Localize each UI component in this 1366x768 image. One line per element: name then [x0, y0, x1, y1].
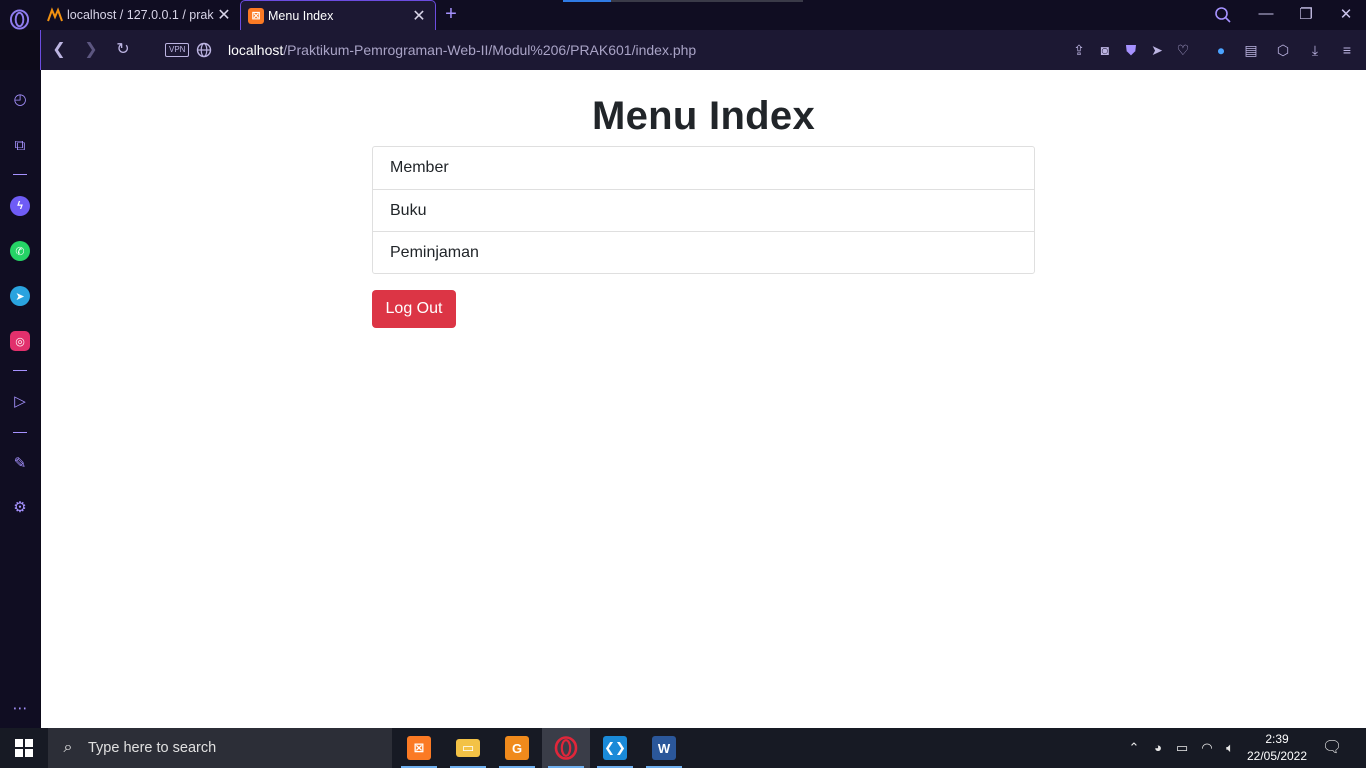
adblock-shield-icon[interactable]: ⛊	[1121, 40, 1141, 60]
web-page: Menu Index Member Buku Peminjaman Log Ou…	[41, 70, 1366, 728]
player-sidebar-icon[interactable]: ▷	[9, 390, 31, 412]
wallet-icon[interactable]: ▤	[1241, 40, 1261, 60]
easy-setup-icon[interactable]: ≡	[1337, 40, 1357, 60]
telegram-icon[interactable]: ➤	[9, 285, 31, 307]
pinboard-icon[interactable]: ✎	[9, 452, 31, 474]
clock-date: 22/05/2022	[1246, 749, 1308, 763]
taskbar-search[interactable]: ⌕ Type here to search	[48, 728, 392, 768]
mdi-app-icon[interactable]: G	[493, 728, 541, 768]
heart-icon[interactable]: ♡	[1173, 40, 1193, 60]
menu-list: Member Buku Peminjaman	[372, 146, 1035, 274]
whatsapp-icon[interactable]: ✆	[9, 240, 31, 262]
phpmyadmin-icon	[47, 7, 63, 22]
page-title: Menu Index	[591, 94, 816, 138]
forward-icon[interactable]: ❯	[80, 39, 102, 61]
settings-gear-icon[interactable]: ⚙	[9, 496, 31, 518]
menu-item-buku[interactable]: Buku	[373, 189, 1034, 231]
clock-time: 2:39	[1265, 732, 1289, 746]
logout-button[interactable]: Log Out	[372, 290, 456, 328]
search-icon: ⌕	[63, 739, 73, 756]
globe-icon[interactable]	[194, 40, 214, 60]
xampp-icon[interactable]: ⊠	[395, 728, 443, 768]
menu-item-peminjaman[interactable]: Peminjaman	[373, 231, 1034, 273]
search-tabs-icon[interactable]	[1214, 6, 1232, 24]
volume-icon[interactable]: 🔈︎	[1220, 738, 1240, 758]
windows-logo-icon	[15, 739, 33, 757]
restore-icon[interactable]: ❐	[1294, 5, 1318, 23]
search-placeholder: Type here to search	[88, 740, 217, 756]
tab-bar: localhost / 127.0.0.1 / prak6 ✕ ⊠ Menu I…	[0, 0, 1366, 30]
vpn-badge[interactable]: VPN	[165, 43, 190, 57]
start-button[interactable]	[0, 728, 48, 768]
player-icon[interactable]: ⦁	[1211, 40, 1231, 60]
tab-menu-index[interactable]: ⊠ Menu Index ✕	[240, 0, 436, 30]
more-options-icon[interactable]: ⋯	[9, 697, 31, 719]
share-icon[interactable]: ⇪	[1069, 40, 1089, 60]
messenger-icon[interactable]: ϟ	[9, 195, 31, 217]
reload-icon[interactable]: ↻	[112, 39, 134, 61]
screen: localhost / 127.0.0.1 / prak6 ✕ ⊠ Menu I…	[0, 0, 1366, 768]
menu-item-member[interactable]: Member	[373, 147, 1034, 189]
tab-loading-strip	[563, 0, 803, 2]
send-icon[interactable]: ➤	[1147, 40, 1167, 60]
xampp-favicon-icon: ⊠	[248, 7, 264, 24]
show-hidden-icons[interactable]: ⌃	[1124, 738, 1144, 758]
sidebar-divider	[13, 370, 27, 371]
back-icon[interactable]: ❮	[48, 39, 70, 61]
windows-taskbar: ⌕ Type here to search ⊠ ▭ G ❮❯ W ⌃ ◕ ▭ ◠	[0, 728, 1366, 768]
sidebar-divider	[13, 174, 27, 175]
discord-icon[interactable]: ◕	[1148, 738, 1168, 758]
url-host: localhost	[228, 42, 284, 58]
opera-browser-icon[interactable]	[542, 728, 590, 768]
url-field[interactable]: localhost/Praktikum-Pemrograman-Web-II/M…	[228, 42, 696, 58]
minimize-icon[interactable]: —	[1254, 5, 1278, 22]
content-container: Menu Index Member Buku Peminjaman Log Ou…	[372, 70, 1035, 328]
close-tab-icon[interactable]: ✕	[409, 6, 429, 26]
opera-menu-icon[interactable]	[9, 9, 30, 30]
new-tab-button[interactable]: +	[442, 3, 460, 26]
file-explorer-icon[interactable]: ▭	[444, 728, 492, 768]
snapshot-icon[interactable]: ◙	[1095, 40, 1115, 60]
address-bar: ❮ ❯ ↻ VPN localhost/Praktikum-Pemrograma…	[40, 30, 1366, 70]
close-tab-icon[interactable]: ✕	[214, 5, 234, 25]
battery-icon[interactable]: ▭	[1172, 738, 1192, 758]
wifi-icon[interactable]: ◠	[1197, 738, 1217, 758]
url-path: /Praktikum-Pemrograman-Web-II/Modul%206/…	[283, 42, 697, 58]
workspaces-icon[interactable]: ⧉	[9, 134, 31, 156]
taskbar-clock[interactable]: 2:39 22/05/2022	[1244, 731, 1310, 765]
speed-dial-icon[interactable]: ◴	[9, 88, 31, 110]
tab-title: Menu Index	[268, 8, 334, 23]
sidebar: ◴ ⧉ ϟ ✆ ➤ ◎ ▷ ✎ ⚙ ⋯	[0, 70, 40, 728]
tab-phpmyadmin[interactable]: localhost / 127.0.0.1 / prak6 ✕	[40, 0, 240, 30]
instagram-icon[interactable]: ◎	[9, 330, 31, 352]
close-window-icon[interactable]: ✕	[1334, 5, 1358, 23]
downloads-icon[interactable]: ⤓	[1305, 40, 1325, 60]
extensions-cube-icon[interactable]: ⬡	[1273, 40, 1293, 60]
tab-title: localhost / 127.0.0.1 / prak6	[67, 8, 214, 22]
vscode-icon[interactable]: ❮❯	[591, 728, 639, 768]
notifications-icon[interactable]: 🗨︎	[1322, 738, 1342, 758]
opera-logo-icon	[554, 736, 578, 760]
word-icon[interactable]: W	[640, 728, 688, 768]
sidebar-divider	[13, 432, 27, 433]
